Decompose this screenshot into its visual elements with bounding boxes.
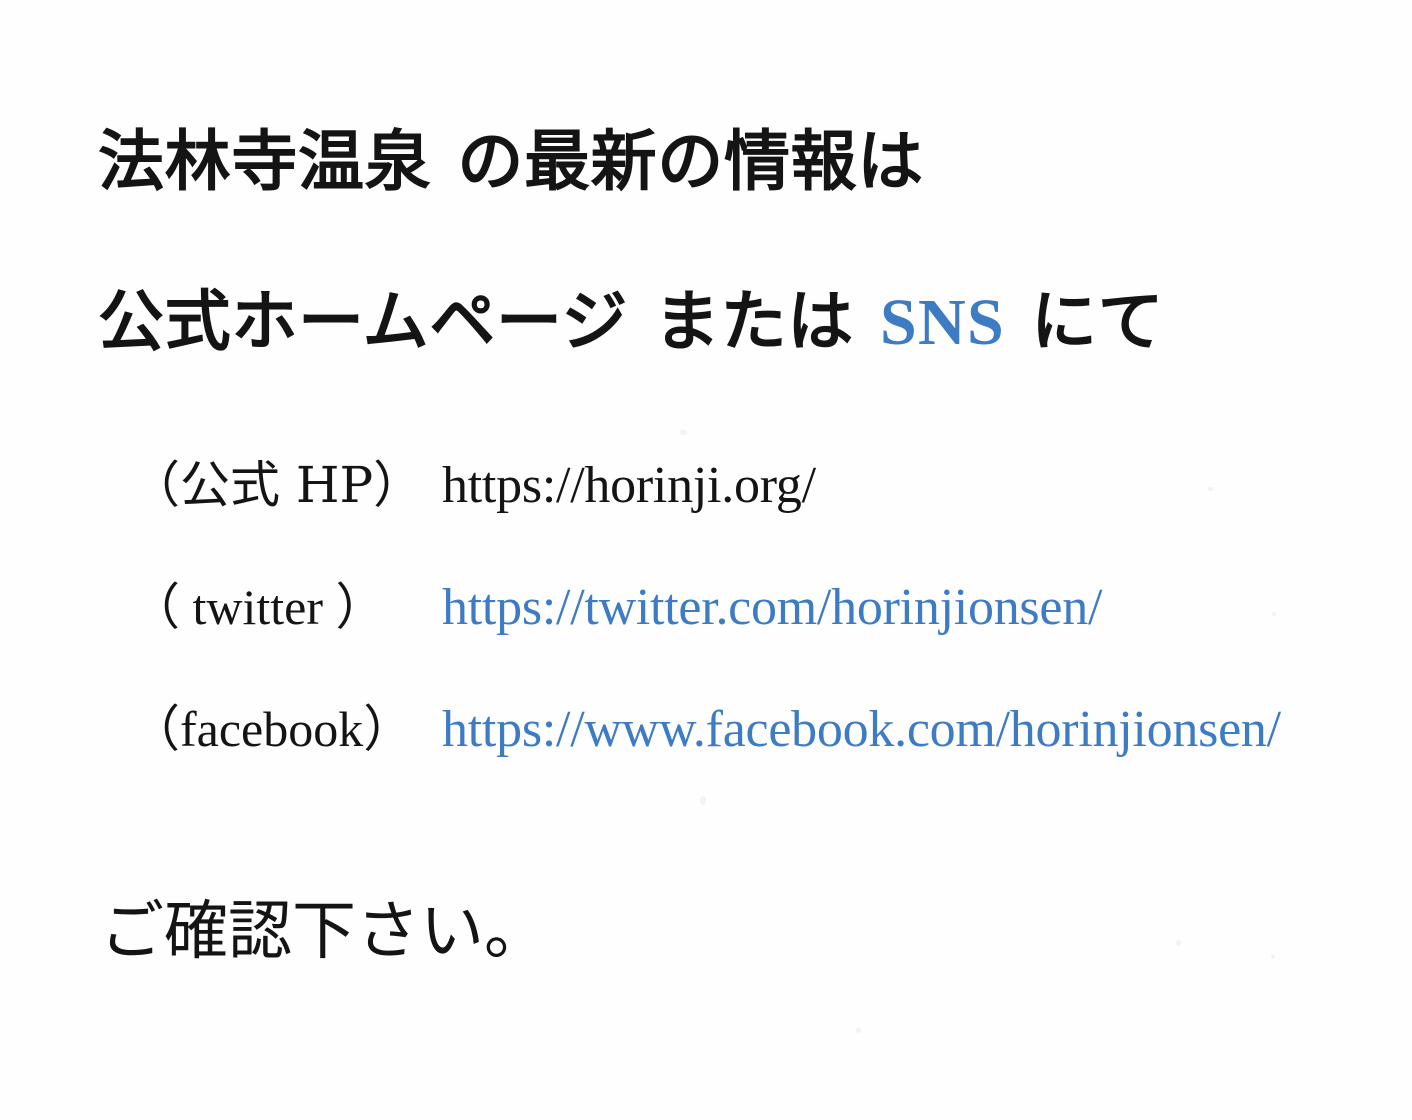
headline-line-2-tail: にて [1031, 282, 1165, 360]
headline-line-1: 法林寺温泉 の最新の情報は [98, 128, 924, 194]
list-item-facebook: （facebook） https://www.facebook.com/hori… [130, 704, 1281, 826]
list-item-official-hp: （公式 HP） https://horinji.org/ [130, 460, 1281, 582]
headline-line-1-tail: の最新の情報は [457, 122, 924, 200]
list-item-twitter: （ twitter ） https://twitter.com/horinjio… [130, 582, 1281, 704]
link-list: （公式 HP） https://horinji.org/ （ twitter ）… [130, 460, 1281, 826]
official-homepage-word: 公式ホームページ [98, 282, 628, 360]
onsen-name: 法林寺温泉 [98, 122, 432, 200]
link-url-twitter[interactable]: https://twitter.com/horinjionsen/ [442, 582, 1102, 634]
closing-line: ご確認下さい。 [100, 895, 548, 969]
headline-line-2: 公式ホームページ または SNS にて [98, 288, 1164, 356]
notice-content: 法林寺温泉 の最新の情報は 公式ホームページ または SNS にて （公式 HP） ht… [0, 0, 1412, 1120]
link-label-official-hp: （公式 HP） [130, 456, 424, 514]
or-word: または [653, 282, 854, 360]
link-label-twitter: （ twitter ） [130, 579, 386, 635]
link-label-facebook: （facebook） [130, 701, 414, 757]
link-url-official-hp[interactable]: https://horinji.org/ [442, 460, 816, 512]
link-url-facebook[interactable]: https://www.facebook.com/horinjionsen/ [442, 704, 1281, 756]
sns-highlight: SNS [879, 286, 1006, 359]
